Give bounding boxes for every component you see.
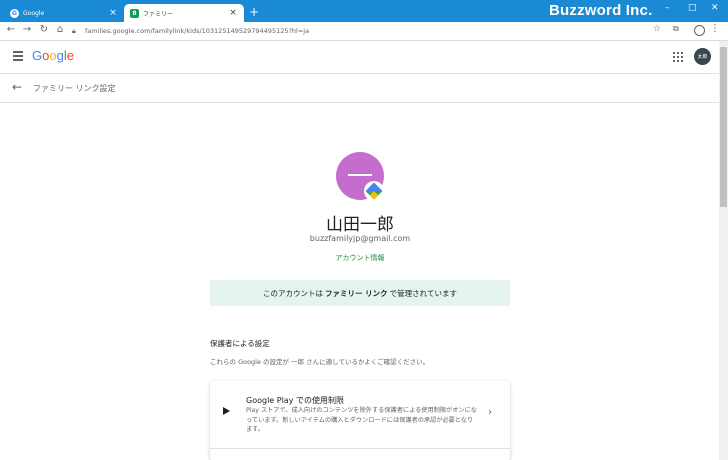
account-avatar[interactable]: 太郎 bbox=[694, 48, 711, 65]
back-icon[interactable]: ← bbox=[4, 24, 18, 35]
card-title: Google Play での使用制限 bbox=[246, 396, 344, 405]
google-play-icon bbox=[223, 407, 230, 415]
new-tab-icon[interactable]: + bbox=[249, 5, 259, 19]
scrollbar[interactable] bbox=[719, 41, 728, 460]
family-link-badge-icon bbox=[364, 181, 384, 201]
logo-letter: g bbox=[56, 48, 64, 63]
tab-close-icon[interactable]: × bbox=[108, 8, 118, 18]
child-email: buzzfamilyjp@gmail.com bbox=[309, 234, 411, 243]
card-description: Play ストアで、成人向けのコンテンツを除外する保護者による使用制限がオンにな… bbox=[246, 407, 477, 433]
logo-letter: e bbox=[66, 48, 74, 63]
home-icon[interactable]: ⌂ bbox=[53, 24, 67, 35]
chevron-right-icon: › bbox=[488, 407, 492, 418]
minimize-icon[interactable]: – bbox=[665, 3, 670, 13]
brand-watermark: Buzzword Inc. bbox=[549, 2, 653, 19]
address-bar[interactable]: 🔒︎ families.google.com/familylink/kids/1… bbox=[72, 24, 668, 38]
lock-icon: 🔒︎ bbox=[72, 26, 76, 35]
page-title: ファミリー リンク設定 bbox=[33, 84, 116, 93]
app-header: Google 太郎 bbox=[0, 41, 719, 74]
back-arrow-icon[interactable]: ← bbox=[12, 80, 22, 94]
logo-letter: G bbox=[32, 48, 43, 63]
close-window-icon[interactable]: ✕ bbox=[711, 3, 719, 13]
tab-close-icon[interactable]: × bbox=[228, 8, 238, 18]
child-name: 山田一郎 bbox=[326, 215, 394, 235]
profile-icon[interactable] bbox=[694, 25, 705, 36]
google-play-controls-item[interactable]: Google Play での使用制限 Play ストアで、成人向けのコンテンツを… bbox=[210, 381, 510, 449]
account-info-link[interactable]: アカウント情報 bbox=[260, 253, 460, 263]
browser-titlebar: G Google × 8 ファミリー × + Buzzword Inc. – □… bbox=[0, 0, 728, 22]
banner-prefix: このアカウントは bbox=[263, 288, 324, 298]
extension-icon[interactable]: ⧉ bbox=[673, 24, 679, 34]
banner-suffix: で管理されています bbox=[389, 288, 457, 298]
family-link-favicon-icon: 8 bbox=[130, 8, 139, 18]
section-title: 保護者による設定 bbox=[210, 339, 270, 348]
settings-card: Google Play での使用制限 Play ストアで、成人向けのコンテンツを… bbox=[210, 381, 510, 460]
google-favicon-icon: G bbox=[10, 8, 19, 18]
bookmark-star-icon[interactable]: ☆ bbox=[653, 24, 661, 34]
apps-grid-icon[interactable] bbox=[673, 52, 683, 62]
google-logo[interactable]: Google bbox=[32, 48, 74, 63]
scrollbar-thumb[interactable] bbox=[720, 47, 727, 207]
browser-toolbar: ← → ↻ ⌂ 🔒︎ families.google.com/familylin… bbox=[0, 22, 728, 41]
menu-dots-icon[interactable]: ⋮ bbox=[710, 23, 720, 34]
url-text: families.google.com/familylink/kids/1031… bbox=[85, 27, 310, 35]
logo-letter: o bbox=[49, 48, 57, 63]
tab-title: ファミリー bbox=[143, 10, 174, 18]
reload-icon[interactable]: ↻ bbox=[37, 24, 51, 35]
tab-title: Google bbox=[23, 9, 45, 17]
maximize-icon[interactable]: □ bbox=[688, 3, 697, 13]
hamburger-menu-icon[interactable] bbox=[13, 51, 23, 63]
managed-banner: このアカウントは ファミリー リンク で管理されています bbox=[210, 280, 510, 306]
forward-icon[interactable]: → bbox=[20, 24, 34, 35]
tab-family[interactable]: 8 ファミリー × bbox=[124, 4, 244, 22]
banner-bold: ファミリー リンク bbox=[325, 288, 388, 298]
section-description: これらの Google の設定が 一郎 さんに適しているかよくご確認ください。 bbox=[210, 358, 430, 366]
tab-google[interactable]: G Google × bbox=[4, 4, 124, 22]
sub-header: ← ファミリー リンク設定 bbox=[0, 74, 719, 103]
